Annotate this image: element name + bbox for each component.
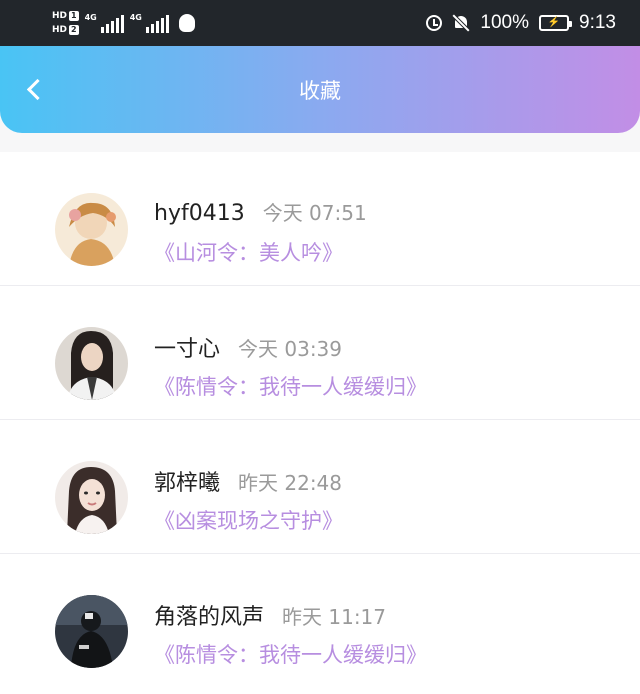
status-left: HD 1 HD 2 4G 4G — [52, 6, 195, 40]
avatar[interactable] — [55, 461, 128, 534]
hd-indicators: HD 1 HD 2 — [52, 10, 79, 36]
signal-icon: 4G — [85, 13, 124, 33]
list-item[interactable]: hyf0413 今天 07:51 《山河令：美人吟》 — [0, 152, 640, 286]
timestamp: 今天 07:51 — [262, 201, 367, 225]
network-type-2: 4G — [129, 13, 142, 22]
status-bar: HD 1 HD 2 4G 4G 100% ⚡ 9:13 — [0, 0, 640, 46]
status-right: 100% ⚡ 9:13 — [426, 0, 616, 46]
timestamp: 昨天 11:17 — [282, 605, 387, 629]
user-name[interactable]: 一寸心 — [154, 331, 220, 363]
name-line: 郭梓曦 昨天 22:48 — [154, 465, 342, 497]
user-name[interactable]: 郭梓曦 — [154, 465, 220, 497]
network-type-1: 4G — [84, 13, 97, 22]
hd2-label: HD — [52, 25, 68, 35]
qq-icon — [178, 14, 195, 32]
signal-icon: 4G — [130, 13, 169, 33]
page-title: 收藏 — [299, 79, 341, 103]
collection-title[interactable]: 《陈情令：我待一人缓缓归》 — [154, 371, 427, 401]
collection-title[interactable]: 《陈情令：我待一人缓缓归》 — [154, 639, 427, 669]
name-line: 一寸心 今天 03:39 — [154, 331, 342, 363]
name-line: 角落的风声 昨天 11:17 — [154, 599, 386, 631]
collection-title[interactable]: 《凶案现场之守护》 — [154, 505, 343, 535]
name-line: hyf0413 今天 07:51 — [154, 197, 367, 226]
collection-title[interactable]: 《山河令：美人吟》 — [154, 237, 343, 267]
hd1-number: 1 — [69, 11, 79, 21]
favorites-list: hyf0413 今天 07:51 《山河令：美人吟》 一寸心 今天 03:39 … — [0, 152, 640, 694]
timestamp: 昨天 22:48 — [238, 471, 343, 495]
avatar[interactable] — [55, 327, 128, 400]
alarm-icon — [426, 15, 443, 31]
hd2-indicator: HD 2 — [52, 24, 79, 36]
battery-charging-icon: ⚡ — [539, 15, 573, 31]
avatar[interactable] — [55, 595, 128, 668]
list-item[interactable]: 一寸心 今天 03:39 《陈情令：我待一人缓缓归》 — [0, 286, 640, 420]
header-bar: 收藏 — [0, 46, 640, 133]
hd1-label: HD — [52, 11, 68, 21]
user-name[interactable]: hyf0413 — [154, 201, 245, 226]
clock: 9:13 — [579, 12, 616, 33]
battery-percent: 100% — [480, 12, 530, 33]
hd2-number: 2 — [69, 25, 79, 35]
user-name[interactable]: 角落的风声 — [154, 599, 264, 631]
avatar[interactable] — [55, 193, 128, 266]
timestamp: 今天 03:39 — [238, 337, 343, 361]
list-item[interactable]: 郭梓曦 昨天 22:48 《凶案现场之守护》 — [0, 420, 640, 554]
hd1-indicator: HD 1 — [52, 10, 79, 22]
bell-off-icon — [452, 14, 470, 32]
list-item[interactable]: 角落的风声 昨天 11:17 《陈情令：我待一人缓缓归》 — [0, 554, 640, 694]
